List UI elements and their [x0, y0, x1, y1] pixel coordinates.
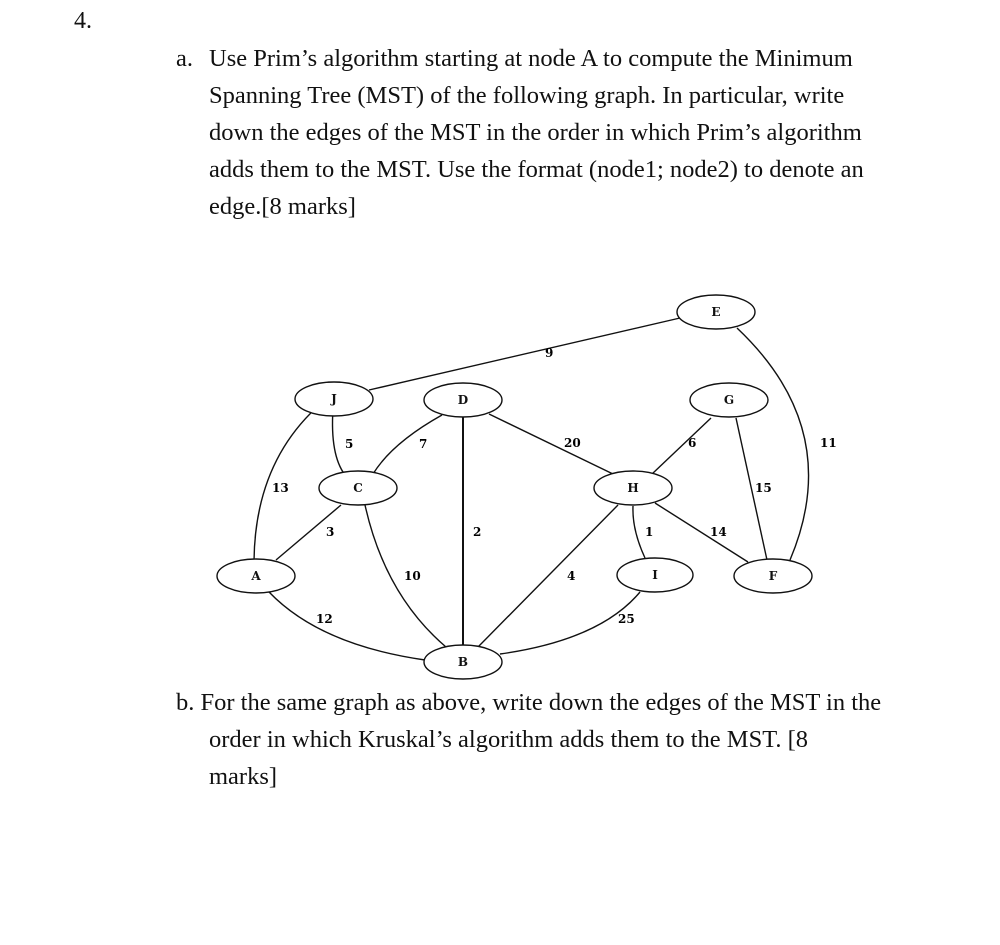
node-G: G: [689, 382, 769, 418]
svg-text:C: C: [353, 481, 363, 495]
edge-weight-C-A: 3: [326, 525, 334, 539]
part-b-line-2: order in which Kruskal’s algorithm adds …: [209, 726, 809, 753]
part-b-line-1: b. For the same graph as above, write do…: [176, 689, 882, 716]
svg-text:B: B: [458, 655, 468, 669]
edge-weight-E-F: 11: [820, 436, 837, 450]
svg-text:F: F: [769, 569, 778, 583]
part-b-marker: b.: [176, 689, 195, 716]
edge-J-C: [331, 408, 346, 476]
edge-H-I: [632, 505, 646, 559]
edge-D-C: [372, 414, 443, 475]
node-A: A: [216, 558, 296, 594]
edge-H-F: [654, 502, 749, 563]
edge-weight-J-E: 9: [545, 346, 553, 360]
edge-E-F: [736, 327, 810, 561]
svg-text:A: A: [250, 569, 261, 583]
node-H: H: [593, 470, 673, 506]
node-D: D: [423, 382, 503, 418]
node-J: J: [294, 381, 374, 417]
edge-weight-J-A: 13: [272, 481, 289, 495]
part-b-line-3: marks]: [209, 763, 278, 790]
edge-weight-D-H: 20: [564, 436, 581, 450]
edge-weight-D-B: 2: [473, 525, 481, 539]
edge-weight-G-F: 15: [755, 481, 772, 495]
svg-text:I: I: [652, 568, 658, 582]
node-B: B: [423, 644, 503, 680]
node-I: I: [616, 557, 694, 593]
edge-weight-J-C: 5: [345, 437, 353, 451]
svg-text:J: J: [330, 392, 337, 406]
edge-J-E: [368, 317, 681, 391]
edge-G-H: [651, 417, 712, 475]
node-C: C: [318, 470, 398, 506]
svg-text:E: E: [711, 305, 720, 319]
edge-D-H: [488, 413, 614, 475]
edge-weight-C-B: 10: [404, 569, 421, 583]
svg-text:G: G: [724, 393, 734, 407]
edge-weight-H-F: 14: [710, 525, 727, 539]
edge-weight-D-C: 7: [419, 437, 427, 451]
svg-text:H: H: [627, 481, 638, 495]
edge-weight-G-H: 6: [688, 436, 696, 450]
edge-A-B: [268, 591, 426, 661]
node-E: E: [676, 294, 756, 330]
edge-weight-H-I: 1: [645, 525, 653, 539]
edge-weight-H-B: 4: [567, 569, 575, 583]
part-b: b. For the same graph as above, write do…: [176, 684, 956, 795]
edge-weight-I-B: 25: [618, 612, 635, 626]
graph-diagram: 9 5 13 7 2 20 6 15 11 3 10 12 4 1 14 25 …: [216, 294, 837, 680]
node-F: F: [733, 558, 813, 594]
edge-weight-A-B: 12: [316, 612, 333, 626]
svg-text:D: D: [458, 393, 468, 407]
